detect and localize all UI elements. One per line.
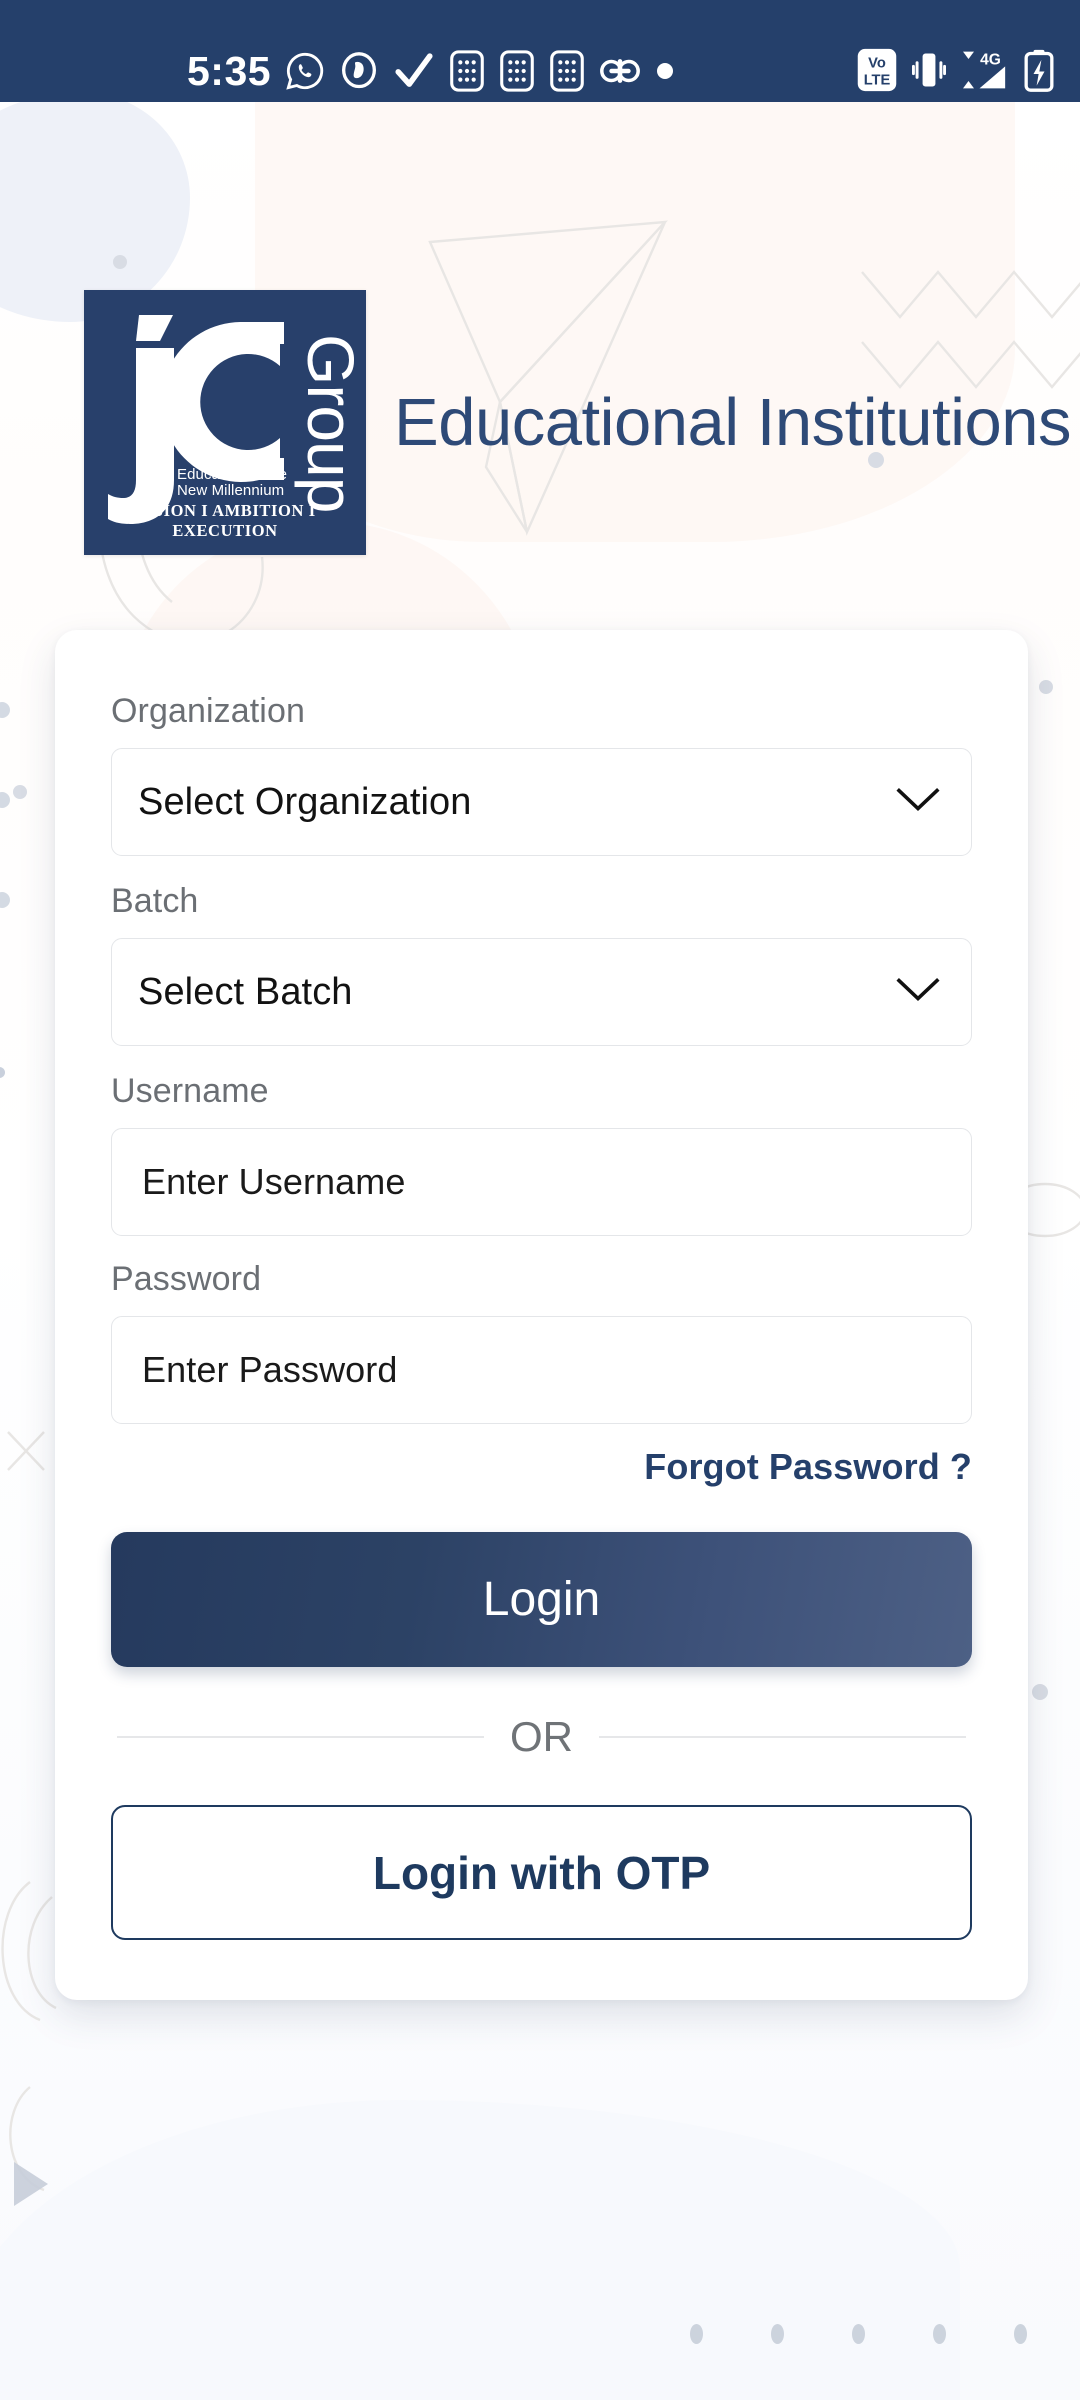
- volte-icon: Vo LTE: [857, 48, 897, 92]
- organization-value: Select Organization: [138, 780, 472, 823]
- play-triangle-icon: [14, 2162, 48, 2206]
- password-label: Password: [111, 1260, 262, 1298]
- page-title: Educational Institutions: [394, 385, 1072, 460]
- signal-4g-icon: 4G: [963, 52, 1006, 89]
- logo-footer-text: VISION I AMBITION I EXECUTION: [134, 501, 316, 540]
- checkmark-icon: [395, 53, 433, 87]
- background-dot-row: [690, 2324, 1027, 2344]
- batch-value: Select Batch: [138, 970, 353, 1013]
- divider-line-left: [117, 1736, 484, 1738]
- svg-text:4G: 4G: [980, 52, 1001, 69]
- batch-label: Batch: [111, 882, 199, 920]
- or-divider: OR: [111, 1713, 972, 1761]
- messenger-icon: [342, 52, 377, 89]
- status-bar-clock: 5:35: [187, 47, 272, 94]
- whatsapp-icon: [286, 52, 324, 90]
- forgot-password-row: Forgot Password ?: [111, 1446, 972, 1488]
- vibrate-icon: [912, 53, 946, 87]
- chevron-down-icon: [895, 786, 941, 819]
- forgot-password-link[interactable]: Forgot Password ?: [644, 1446, 972, 1488]
- background-dot: [0, 702, 10, 718]
- username-field: Username Enter Username: [111, 1072, 972, 1236]
- keypad-icon: [550, 50, 584, 92]
- keypad-icon: [450, 50, 484, 92]
- logo-tagline: Education of the New Millennium: [177, 465, 288, 499]
- username-label: Username: [111, 1072, 269, 1110]
- chevron-down-icon: [895, 976, 941, 1009]
- keypad-icon: [500, 50, 534, 92]
- organization-label: Organization: [111, 692, 305, 730]
- status-bar: 5:35 Vo LTE 4G: [0, 0, 1080, 102]
- organization-field: Organization Select Organization: [111, 692, 972, 856]
- background-dot: [0, 1067, 5, 1078]
- background-dot: [0, 792, 10, 808]
- batch-select[interactable]: Select Batch: [111, 938, 972, 1046]
- svg-text:Vo: Vo: [868, 55, 886, 71]
- jc-group-logo: Group Education of the New Millennium VI…: [84, 290, 366, 555]
- svg-text:LTE: LTE: [864, 73, 891, 89]
- organization-select[interactable]: Select Organization: [111, 748, 972, 856]
- username-input[interactable]: Enter Username: [111, 1128, 972, 1236]
- login-screen: 5:35 Vo LTE 4G Group Education of the Ne…: [0, 0, 1080, 2400]
- password-placeholder: Enter Password: [142, 1349, 398, 1390]
- divider-label: OR: [510, 1713, 573, 1760]
- app-header: Group Education of the New Millennium VI…: [0, 290, 1080, 555]
- dot-icon: [657, 63, 674, 79]
- login-card: Organization Select Organization Batch S…: [55, 630, 1028, 2000]
- username-placeholder: Enter Username: [142, 1161, 406, 1202]
- divider-line-right: [599, 1736, 966, 1738]
- password-field: Password Enter Password: [111, 1260, 972, 1424]
- batch-field: Batch Select Batch: [111, 882, 972, 1046]
- battery-charging-icon: [1024, 49, 1054, 92]
- background-dot: [0, 892, 10, 908]
- password-input[interactable]: Enter Password: [111, 1316, 972, 1424]
- login-button[interactable]: Login: [111, 1532, 972, 1667]
- login-with-otp-button[interactable]: Login with OTP: [111, 1805, 972, 1940]
- clover-icon: [600, 59, 641, 83]
